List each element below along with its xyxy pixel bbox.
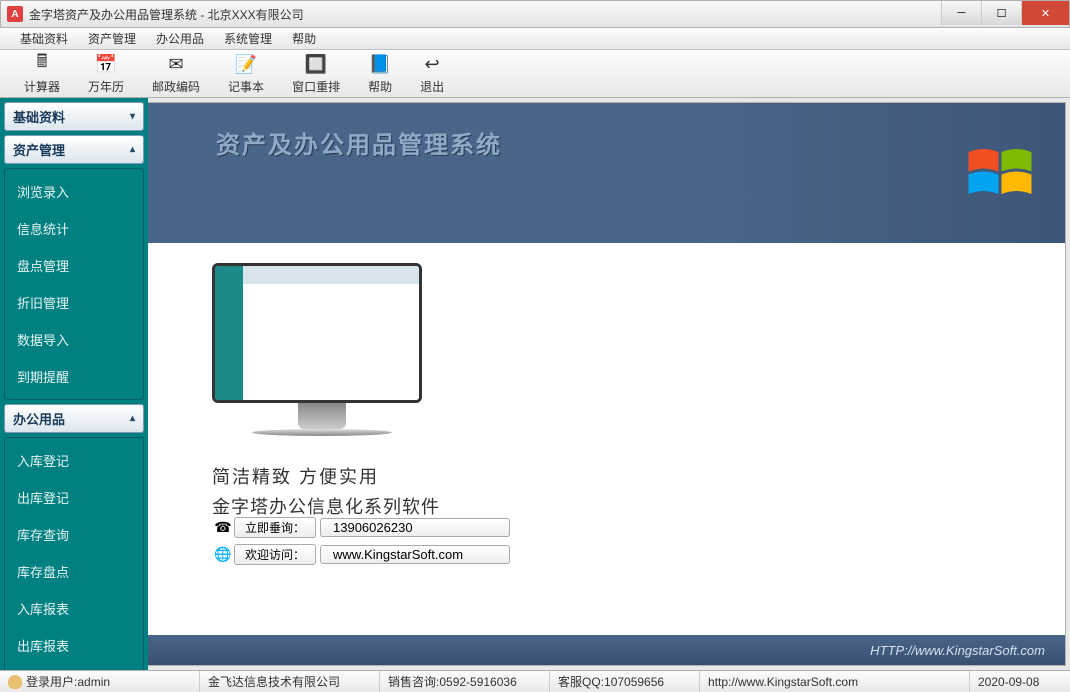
- sidebar-item-stock-out[interactable]: 出库登记: [5, 479, 143, 516]
- slogan-line-2: 金字塔办公信息化系列软件: [212, 493, 440, 519]
- notepad-icon: 📝: [234, 52, 258, 76]
- chevron-up-icon: ▴: [130, 144, 135, 155]
- contact-web-label: 欢迎访问：: [234, 544, 316, 565]
- help-icon: 📘: [368, 52, 392, 76]
- sidebar-item-expiry-remind[interactable]: 到期提醒: [5, 358, 143, 395]
- chevron-down-icon: ▾: [130, 111, 135, 122]
- tool-label: 邮政编码: [152, 78, 200, 95]
- sidebar-item-stock-in[interactable]: 入库登记: [5, 442, 143, 479]
- sidebar-group-asset[interactable]: 资产管理 ▴: [4, 135, 144, 164]
- sidebar-item-info-stats[interactable]: 信息统计: [5, 210, 143, 247]
- sidebar-group-basic[interactable]: 基础资料 ▾: [4, 102, 144, 131]
- sidebar-group-title: 基础资料: [13, 107, 65, 126]
- contact-web-value[interactable]: www.KingstarSoft.com: [320, 545, 510, 564]
- main-content: 资产及办公用品管理系统 简洁精致 方便实用 金字塔办公信息化系列软件 ☎: [148, 102, 1066, 666]
- app-icon: A: [7, 6, 23, 22]
- status-sales-value: 0592-5916036: [439, 675, 516, 689]
- contact-phone-row: ☎ 立即垂询： 13906026230: [212, 517, 510, 538]
- minimize-button[interactable]: ─: [941, 1, 981, 25]
- sidebar-item-stock-check[interactable]: 库存盘点: [5, 553, 143, 590]
- tool-calculator[interactable]: 🖩 计算器: [10, 52, 74, 95]
- status-sales: 销售咨询: 0592-5916036: [380, 671, 550, 692]
- banner-footer-url: HTTP://www.KingstarSoft.com: [870, 643, 1045, 658]
- sidebar-group-title: 资产管理: [13, 140, 65, 159]
- exit-icon: ↩: [420, 52, 444, 76]
- menu-help[interactable]: 帮助: [282, 30, 326, 47]
- window-title: 金字塔资产及办公用品管理系统 - 北京XXX有限公司: [29, 6, 304, 23]
- menu-basic-data[interactable]: 基础资料: [10, 30, 78, 47]
- menubar: 基础资料 资产管理 办公用品 系统管理 帮助: [0, 28, 1070, 50]
- banner-title: 资产及办公用品管理系统: [216, 125, 502, 160]
- calculator-icon: 🖩: [30, 52, 54, 76]
- tool-postal[interactable]: ✉ 邮政编码: [138, 52, 214, 95]
- menu-system-mgmt[interactable]: 系统管理: [214, 30, 282, 47]
- tool-label: 退出: [420, 78, 444, 95]
- tool-label: 窗口重排: [292, 78, 340, 95]
- status-date: 2020-09-08: [970, 671, 1070, 692]
- globe-icon: 🌐: [212, 546, 234, 563]
- tool-notepad[interactable]: 📝 记事本: [214, 52, 278, 95]
- toolbar: 🖩 计算器 📅 万年历 ✉ 邮政编码 📝 记事本 🔲 窗口重排 📘 帮助 ↩ 退出: [0, 50, 1070, 98]
- sidebar-item-out-report[interactable]: 出库报表: [5, 627, 143, 664]
- sidebar-item-in-report[interactable]: 入库报表: [5, 590, 143, 627]
- sidebar-item-stock-query[interactable]: 库存查询: [5, 516, 143, 553]
- phone-icon: ☎: [212, 519, 234, 536]
- sidebar-item-inventory-mgmt[interactable]: 盘点管理: [5, 247, 143, 284]
- menu-asset-mgmt[interactable]: 资产管理: [78, 30, 146, 47]
- slogan-line-1: 简洁精致 方便实用: [212, 463, 440, 489]
- status-service: 客服QQ: 107059656: [550, 671, 700, 692]
- status-user: 登录用户: admin: [0, 671, 200, 692]
- status-url[interactable]: http://www.KingstarSoft.com: [700, 671, 970, 692]
- sidebar-group-office[interactable]: 办公用品 ▴: [4, 404, 144, 433]
- mail-icon: ✉: [164, 52, 188, 76]
- tool-label: 万年历: [88, 78, 124, 95]
- tool-label: 帮助: [368, 78, 392, 95]
- maximize-button[interactable]: ☐: [981, 1, 1021, 25]
- banner-footer: HTTP://www.KingstarSoft.com: [148, 635, 1065, 665]
- tool-help[interactable]: 📘 帮助: [354, 52, 406, 95]
- titlebar: A 金字塔资产及办公用品管理系统 - 北京XXX有限公司 ─ ☐ ✕: [0, 0, 1070, 28]
- tool-label: 计算器: [24, 78, 60, 95]
- status-user-label: 登录用户:: [26, 673, 77, 690]
- user-icon: [8, 675, 22, 689]
- status-sales-label: 销售咨询:: [388, 673, 439, 690]
- sidebar-group-title: 办公用品: [13, 409, 65, 428]
- tool-window-arrange[interactable]: 🔲 窗口重排: [278, 52, 354, 95]
- tool-label: 记事本: [228, 78, 264, 95]
- tool-calendar[interactable]: 📅 万年历: [74, 52, 138, 95]
- tool-exit[interactable]: ↩ 退出: [406, 52, 458, 95]
- statusbar: 登录用户: admin 金飞达信息技术有限公司 销售咨询: 0592-59160…: [0, 670, 1070, 692]
- window-icon: 🔲: [304, 52, 328, 76]
- chevron-up-icon: ▴: [130, 413, 135, 424]
- status-service-value: 107059656: [604, 675, 664, 689]
- menu-office-supplies[interactable]: 办公用品: [146, 30, 214, 47]
- close-button[interactable]: ✕: [1021, 1, 1069, 25]
- calendar-icon: 📅: [94, 52, 118, 76]
- sidebar-item-summary[interactable]: 汇总统计: [5, 664, 143, 670]
- sidebar-item-depreciation[interactable]: 折旧管理: [5, 284, 143, 321]
- monitor-illustration: [212, 263, 432, 463]
- status-service-label: 客服QQ:: [558, 673, 604, 690]
- contact-web-row: 🌐 欢迎访问： www.KingstarSoft.com: [212, 544, 510, 565]
- slogan-block: 简洁精致 方便实用 金字塔办公信息化系列软件: [212, 463, 440, 519]
- status-user-value: admin: [77, 675, 110, 689]
- sidebar: 基础资料 ▾ 资产管理 ▴ 浏览录入 信息统计 盘点管理 折旧管理 数据导入 到…: [0, 98, 148, 670]
- sidebar-item-data-import[interactable]: 数据导入: [5, 321, 143, 358]
- contact-phone-value: 13906026230: [320, 518, 510, 537]
- status-company: 金飞达信息技术有限公司: [200, 671, 380, 692]
- contact-phone-label: 立即垂询：: [234, 517, 316, 538]
- sidebar-item-browse-entry[interactable]: 浏览录入: [5, 173, 143, 210]
